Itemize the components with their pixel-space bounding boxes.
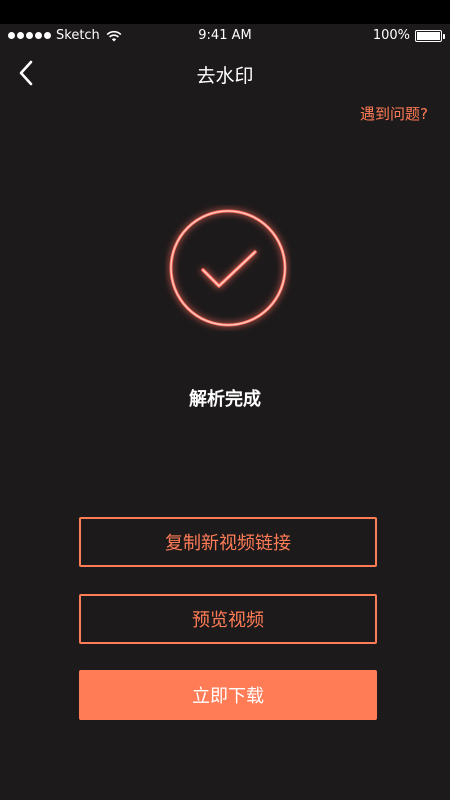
help-link[interactable]: 遇到问题? [360, 103, 428, 124]
copy-link-button[interactable]: 复制新视频链接 [79, 517, 377, 567]
page-title: 去水印 [196, 65, 254, 87]
preview-video-button[interactable]: 预览视频 [79, 594, 377, 644]
battery-icon [415, 29, 445, 42]
top-black-bar [0, 0, 450, 24]
download-button[interactable]: 立即下载 [79, 670, 377, 720]
status-bar: Sketch 9:41 AM 100% [0, 24, 450, 48]
status-right: 100% [372, 28, 445, 43]
parse-status-text: 解析完成 [189, 389, 261, 410]
check-circle-icon [165, 205, 291, 331]
battery-percent: 100% [372, 28, 410, 43]
